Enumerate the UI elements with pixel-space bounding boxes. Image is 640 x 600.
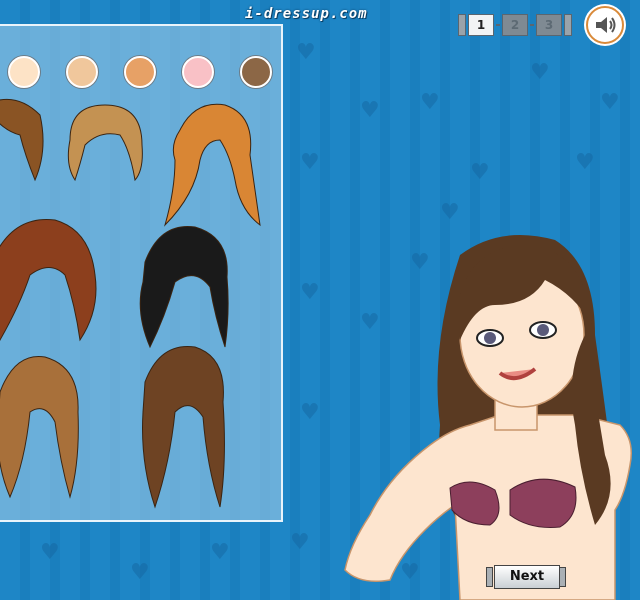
next-button-cap-left: [486, 567, 493, 587]
step-2[interactable]: 2: [502, 14, 528, 36]
site-logo: i-dressup.com: [245, 6, 368, 22]
hairstyle-option[interactable]: [0, 215, 100, 345]
hairstyle-option[interactable]: [150, 100, 265, 230]
skin-swatch[interactable]: [8, 56, 40, 88]
step-indicator: 1 2 3: [458, 12, 572, 38]
step-3[interactable]: 3: [536, 14, 562, 36]
skin-swatch[interactable]: [182, 56, 214, 88]
skin-swatch[interactable]: [240, 56, 272, 88]
hairstyle-option[interactable]: [0, 352, 85, 502]
dressup-model: [344, 235, 632, 600]
step-connector: [496, 24, 500, 26]
game-stage: ♥ ♥ ♥ ♥ ♥ ♥ ♥ ♥ ♥ ♥ ♥ ♥ ♥ ♥ ♥ ♥ ♥ ♥ i-dr…: [0, 0, 640, 600]
hairstyle-option[interactable]: [0, 95, 50, 190]
step-connector: [530, 24, 534, 26]
hairstyle-option[interactable]: [135, 342, 230, 512]
next-button[interactable]: Next: [494, 565, 560, 589]
next-button-cap-right: [559, 567, 566, 587]
sound-toggle-button[interactable]: [586, 6, 624, 44]
skin-swatch[interactable]: [66, 56, 98, 88]
step-1[interactable]: 1: [468, 14, 494, 36]
step-indicator-cap-left: [458, 14, 466, 36]
skin-swatch[interactable]: [124, 56, 156, 88]
hairstyle-option[interactable]: [60, 100, 150, 185]
speaker-icon: [596, 17, 616, 33]
step-indicator-cap-right: [564, 14, 572, 36]
hairstyle-option[interactable]: [135, 222, 235, 352]
